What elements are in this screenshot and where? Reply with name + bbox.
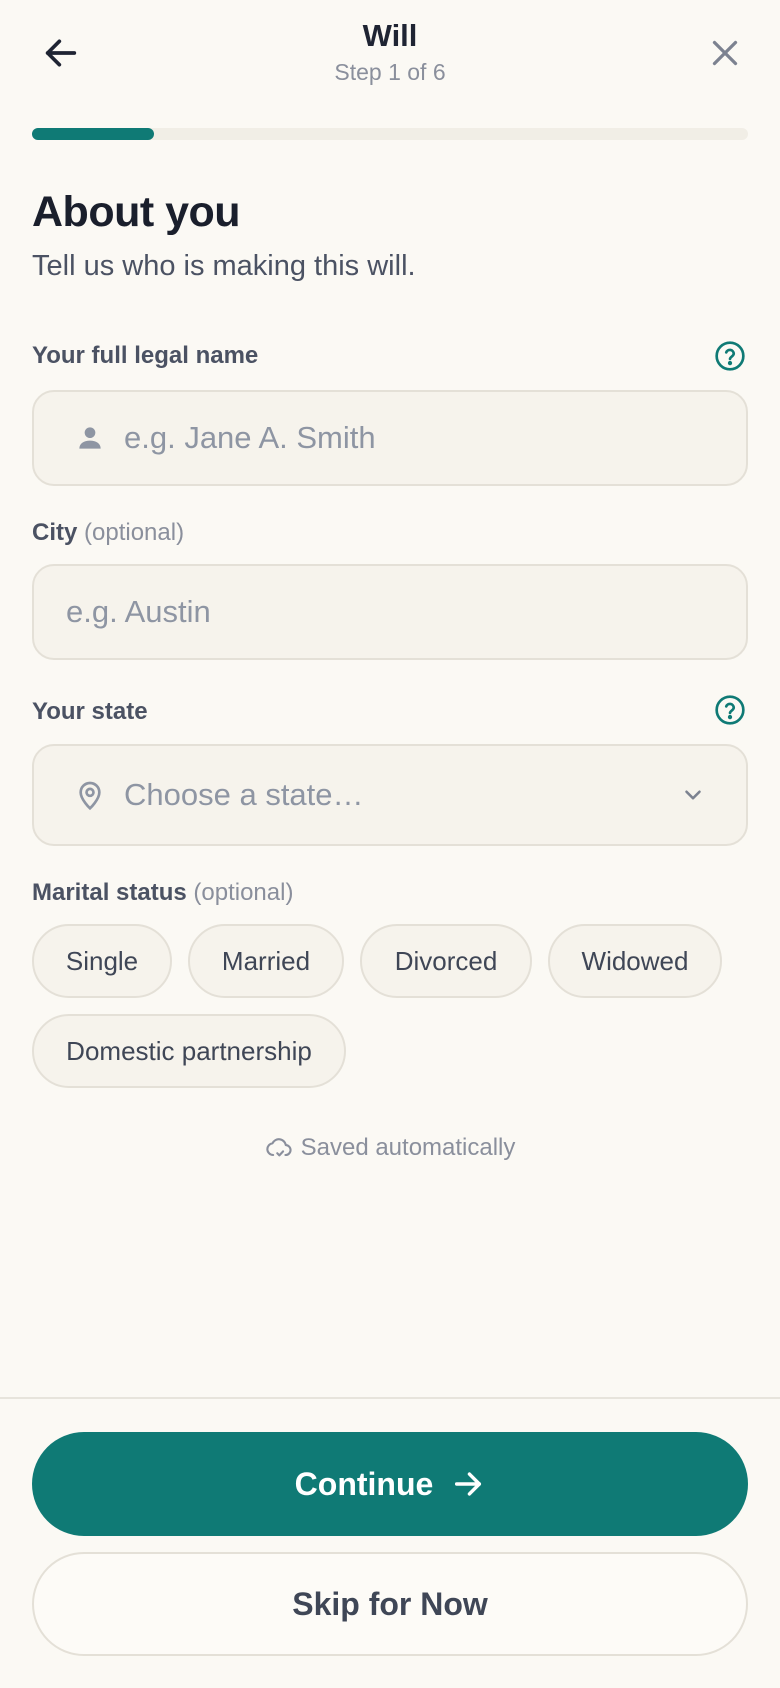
marital-option-single[interactable]: Single xyxy=(32,924,172,998)
state-label: Your state xyxy=(32,698,148,725)
progress-fill xyxy=(32,128,154,140)
continue-label: Continue xyxy=(294,1465,434,1502)
marital-option-widowed[interactable]: Widowed xyxy=(548,924,722,998)
full-name-field[interactable]: e.g. Jane A. Smith xyxy=(32,390,748,486)
city-placeholder: e.g. Austin xyxy=(66,594,211,629)
city-optional-text: (optional) xyxy=(84,519,185,546)
skip-button[interactable]: Skip for Now xyxy=(32,1552,748,1656)
name-label: Your full legal name xyxy=(32,342,259,369)
full-name-placeholder: e.g. Jane A. Smith xyxy=(124,420,376,455)
step-indicator: Step 1 of 6 xyxy=(334,59,446,85)
close-icon xyxy=(712,40,738,66)
city-field[interactable]: e.g. Austin xyxy=(32,564,748,660)
state-placeholder: Choose a state… xyxy=(124,777,364,812)
marital-label-text: Marital status xyxy=(32,879,187,906)
marital-option-married[interactable]: Married xyxy=(188,924,344,998)
marital-option-divorced[interactable]: Divorced xyxy=(360,924,532,998)
marital-label: Marital status (optional) xyxy=(32,879,293,907)
help-icon xyxy=(715,341,745,371)
progress-bar xyxy=(32,128,748,140)
arrow-right-icon xyxy=(455,1472,482,1496)
section-heading: About you xyxy=(32,188,241,236)
state-help-button[interactable] xyxy=(714,694,746,726)
close-button[interactable] xyxy=(700,28,750,78)
city-label: City (optional) xyxy=(32,519,184,547)
chevron-down-icon xyxy=(680,782,706,808)
top-bar: Will Step 1 of 6 xyxy=(0,0,780,110)
marital-optional-text: (optional) xyxy=(193,879,294,906)
continue-button[interactable]: Continue xyxy=(32,1432,748,1536)
page-title: Will xyxy=(362,18,418,53)
autosave-text: Saved automatically xyxy=(300,1134,516,1161)
help-icon xyxy=(715,695,745,725)
cloud-check-icon xyxy=(265,1138,292,1157)
location-pin-icon xyxy=(70,775,110,815)
city-label-text: City xyxy=(32,519,78,546)
marital-option-domestic-partnership[interactable]: Domestic partnership xyxy=(32,1014,346,1088)
state-select[interactable]: Choose a state… xyxy=(32,744,748,846)
name-help-button[interactable] xyxy=(714,340,746,372)
section-description: Tell us who is making this will. xyxy=(32,250,416,282)
footer-divider xyxy=(0,1397,780,1399)
person-icon xyxy=(70,418,110,458)
autosave-status: Saved automatically xyxy=(0,1134,780,1162)
